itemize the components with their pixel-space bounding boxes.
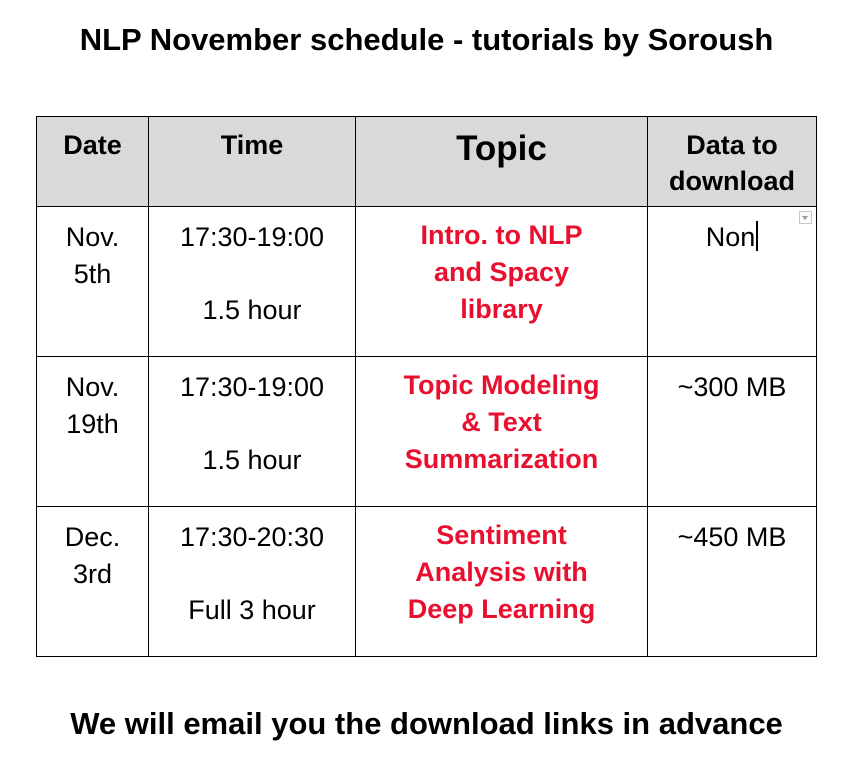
time-range: 17:30-19:00 — [179, 372, 325, 402]
topic-cell[interactable]: Sentiment Analysis with Deep Learning — [355, 506, 648, 657]
text-cursor — [756, 221, 759, 251]
header-topic[interactable]: Topic — [355, 116, 648, 207]
header-data-to-download[interactable]: Data to download — [647, 116, 817, 207]
topic-line2: & Text — [461, 407, 542, 437]
duration: Full 3 hour — [188, 595, 316, 625]
header-time[interactable]: Time — [148, 116, 356, 207]
topic-line1: Topic Modeling — [403, 370, 600, 400]
schedule-table: Date Time Topic Data to download Nov. 5t… — [36, 116, 817, 657]
topic-line1: Intro. to NLP — [420, 220, 583, 250]
data-cell[interactable]: ~300 MB — [647, 356, 817, 507]
topic-line1: Sentiment — [436, 520, 567, 550]
time-range: 17:30-19:00 — [179, 222, 325, 252]
date-line1: Nov. — [65, 222, 120, 252]
topic-line2: and Spacy — [433, 257, 570, 287]
data-size: ~300 MB — [677, 372, 787, 402]
page-title: NLP November schedule - tutorials by Sor… — [79, 22, 774, 57]
duration: 1.5 hour — [202, 445, 302, 475]
data-size: ~450 MB — [677, 522, 787, 552]
topic-line2: Analysis with — [415, 557, 588, 587]
topic-line3: Summarization — [404, 444, 599, 474]
date-line2: 5th — [73, 259, 112, 289]
time-cell[interactable]: 17:30-19:00 1.5 hour — [148, 356, 356, 507]
time-range: 17:30-20:30 — [179, 522, 325, 552]
topic-cell[interactable]: Topic Modeling & Text Summarization — [355, 356, 648, 507]
date-line2: 3rd — [72, 559, 113, 589]
topic-line3: Deep Learning — [407, 594, 596, 624]
time-cell[interactable]: 17:30-19:00 1.5 hour — [148, 206, 356, 357]
table-row: Dec. 3rd 17:30-20:30 Full 3 hour Sentime… — [36, 506, 817, 657]
topic-line3: library — [460, 294, 543, 324]
footer-note: We will email you the download links in … — [70, 706, 783, 741]
data-cell-active[interactable]: Non — [647, 206, 817, 357]
table-row: Nov. 5th 17:30-19:00 1.5 hour Intro. to … — [36, 206, 817, 357]
header-data-line1: Data to — [686, 130, 778, 160]
header-date[interactable]: Date — [36, 116, 149, 207]
date-cell[interactable]: Nov. 5th — [36, 206, 149, 357]
data-size: Non — [705, 222, 756, 252]
date-cell[interactable]: Dec. 3rd — [36, 506, 149, 657]
date-line2: 19th — [66, 409, 119, 439]
time-cell[interactable]: 17:30-20:30 Full 3 hour — [148, 506, 356, 657]
table-row: Nov. 19th 17:30-19:00 1.5 hour Topic Mod… — [36, 356, 817, 507]
header-data-line2: download — [669, 166, 795, 196]
data-cell[interactable]: ~450 MB — [647, 506, 817, 657]
topic-cell[interactable]: Intro. to NLP and Spacy library — [355, 206, 648, 357]
duration: 1.5 hour — [202, 295, 302, 325]
date-line1: Dec. — [64, 522, 121, 552]
chevron-down-icon[interactable] — [799, 211, 812, 224]
date-cell[interactable]: Nov. 19th — [36, 356, 149, 507]
date-line1: Nov. — [65, 372, 120, 402]
table-header-row: Date Time Topic Data to download — [36, 116, 817, 207]
